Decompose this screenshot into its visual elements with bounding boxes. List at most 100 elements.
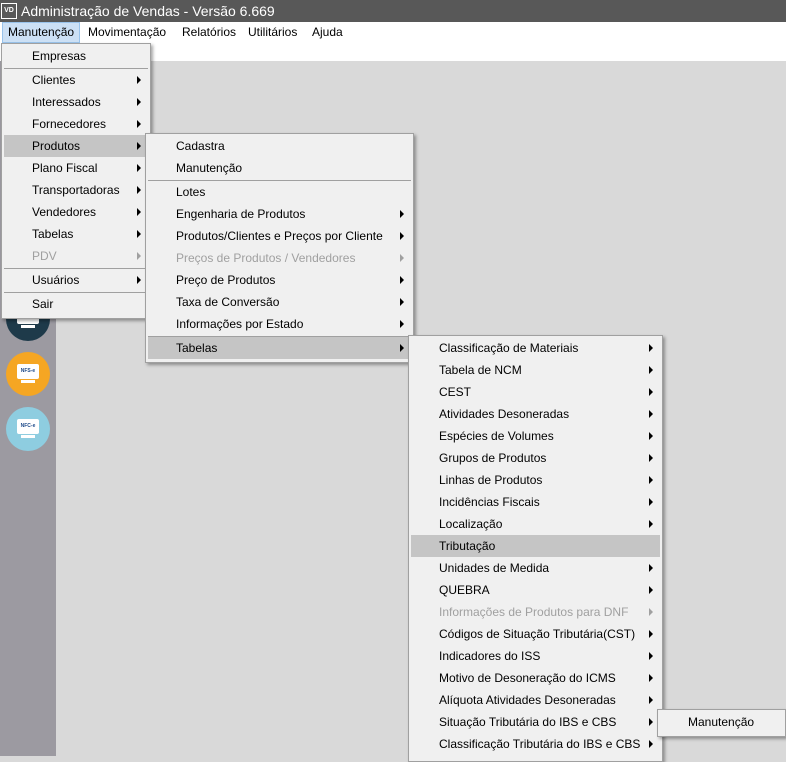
menu-item-atividades-desoneradas[interactable]: Atividades Desoneradas [411, 403, 660, 425]
submenu-arrow-icon [137, 276, 141, 284]
submenu-arrow-icon [649, 652, 653, 660]
menu-item-interessados[interactable]: Interessados [4, 91, 148, 113]
menu-item-label: Vendedores [32, 205, 97, 219]
title-bar: VD Administração de Vendas - Versão 6.66… [0, 0, 786, 22]
menu-item-label: Produtos/Clientes e Preços por Cliente [176, 229, 383, 243]
menu-item-label: Manutenção [176, 161, 243, 175]
menu-item-label: Tabelas [176, 341, 218, 355]
window-title: Administração de Vendas - Versão 6.669 [21, 3, 275, 19]
menu-item-cadastra[interactable]: Cadastra [148, 135, 411, 157]
manutencao-menu: Empresas Clientes Interessados Fornecedo… [1, 43, 151, 319]
submenu-arrow-icon [400, 298, 404, 306]
menu-item-produtos-clientes-precos[interactable]: Produtos/Clientes e Preços por Cliente [148, 225, 411, 247]
menu-item-clientes[interactable]: Clientes [4, 69, 148, 91]
menu-item-sair[interactable]: Sair [4, 293, 148, 315]
menu-item-label: Classificação Tributária do IBS e CBS [439, 737, 641, 751]
menu-item-label: Preço de Produtos [176, 273, 276, 287]
submenu-arrow-icon [649, 740, 653, 748]
menu-item-aliquota-atividades-desoneradas[interactable]: Alíquota Atividades Desoneradas [411, 689, 660, 711]
nfce-module-icon[interactable]: NFC-e [6, 407, 50, 451]
menu-item-especies-de-volumes[interactable]: Espécies de Volumes [411, 425, 660, 447]
menu-item-unidades-de-medida[interactable]: Unidades de Medida [411, 557, 660, 579]
menu-item-label: Usuários [32, 273, 80, 287]
submenu-arrow-icon [649, 410, 653, 418]
menu-item-label: Unidades de Medida [439, 561, 550, 575]
menu-item-localizacao[interactable]: Localização [411, 513, 660, 535]
menu-item-linhas-de-produtos[interactable]: Linhas de Produtos [411, 469, 660, 491]
menu-item-tabelas[interactable]: Tabelas [4, 223, 148, 245]
menu-item-engenharia-de-produtos[interactable]: Engenharia de Produtos [148, 203, 411, 225]
menu-utilitarios[interactable]: Utilitários [243, 23, 302, 42]
menu-item-informacoes-por-estado[interactable]: Informações por Estado [148, 313, 411, 335]
submenu-arrow-icon [400, 232, 404, 240]
menu-item-usuarios[interactable]: Usuários [4, 269, 148, 291]
menu-item-cest[interactable]: CEST [411, 381, 660, 403]
menu-item-empresas[interactable]: Empresas [4, 45, 148, 67]
menu-item-codigos-situacao-tributaria[interactable]: Códigos de Situação Tributária(CST) [411, 623, 660, 645]
menu-item-label: Situação Tributária do IBS e CBS [439, 715, 617, 729]
menu-item-manutencao[interactable]: Manutenção [660, 711, 783, 733]
menu-item-classificacao-tributaria-ibs-cbs[interactable]: Classificação Tributária do IBS e CBS [411, 733, 660, 755]
menu-item-quebra[interactable]: QUEBRA [411, 579, 660, 601]
submenu-arrow-icon [400, 320, 404, 328]
menu-item-label: Plano Fiscal [32, 161, 98, 175]
menu-item-taxa-de-conversao[interactable]: Taxa de Conversão [148, 291, 411, 313]
menu-item-label: Interessados [32, 95, 101, 109]
menu-item-label: Informações de Produtos para DNF [439, 605, 629, 619]
menu-item-label: Linhas de Produtos [439, 473, 543, 487]
menu-movimentacao[interactable]: Movimentação [83, 23, 171, 42]
menu-item-indicadores-do-iss[interactable]: Indicadores do ISS [411, 645, 660, 667]
submenu-arrow-icon [137, 186, 141, 194]
submenu-arrow-icon [649, 498, 653, 506]
menu-item-tabelas[interactable]: Tabelas [148, 337, 411, 359]
nfse-label: NFS-e [17, 364, 39, 379]
menu-item-preco-de-produtos[interactable]: Preço de Produtos [148, 269, 411, 291]
menu-item-vendedores[interactable]: Vendedores [4, 201, 148, 223]
menu-item-label: Taxa de Conversão [176, 295, 280, 309]
menu-item-label: Manutenção [688, 715, 755, 729]
nfse-module-icon[interactable]: NFS-e [6, 352, 50, 396]
submenu-arrow-icon [649, 454, 653, 462]
menu-item-plano-fiscal[interactable]: Plano Fiscal [4, 157, 148, 179]
submenu-arrow-icon [649, 388, 653, 396]
menu-item-label: Incidências Fiscais [439, 495, 540, 509]
menu-manutencao[interactable]: Manutenção [2, 22, 81, 43]
submenu-arrow-icon [649, 630, 653, 638]
menu-item-label: QUEBRA [439, 583, 490, 597]
menu-item-motivo-desoneracao-icms[interactable]: Motivo de Desoneração do ICMS [411, 667, 660, 689]
menu-item-situacao-tributaria-ibs-cbs[interactable]: Situação Tributária do IBS e CBS [411, 711, 660, 733]
menu-item-transportadoras[interactable]: Transportadoras [4, 179, 148, 201]
menu-item-manutencao[interactable]: Manutenção [148, 157, 411, 179]
submenu-arrow-icon [137, 98, 141, 106]
menu-bar: Manutenção Movimentação Relatórios Utili… [0, 22, 786, 43]
menu-item-label: Indicadores do ISS [439, 649, 541, 663]
menu-item-incidencias-fiscais[interactable]: Incidências Fiscais [411, 491, 660, 513]
menu-item-label: Sair [32, 297, 54, 311]
menu-item-tributacao[interactable]: Tributação [411, 535, 660, 557]
menu-item-label: Empresas [32, 49, 87, 63]
menu-item-label: Localização [439, 517, 503, 531]
menu-item-label: Informações por Estado [176, 317, 304, 331]
produtos-submenu: Cadastra Manutenção Lotes Engenharia de … [145, 133, 414, 363]
menu-item-lotes[interactable]: Lotes [148, 181, 411, 203]
menu-ajuda[interactable]: Ajuda [307, 23, 348, 42]
submenu-arrow-icon [137, 120, 141, 128]
menu-item-classificacao-de-materiais[interactable]: Classificação de Materiais [411, 337, 660, 359]
submenu-arrow-icon [649, 520, 653, 528]
submenu-arrow-icon [137, 164, 141, 172]
menu-relatorios[interactable]: Relatórios [177, 23, 241, 42]
submenu-arrow-icon [400, 276, 404, 284]
menu-item-label: CEST [439, 385, 472, 399]
menu-item-pdv: PDV [4, 245, 148, 267]
menu-item-fornecedores[interactable]: Fornecedores [4, 113, 148, 135]
submenu-arrow-icon [649, 344, 653, 352]
submenu-arrow-icon [649, 366, 653, 374]
menu-item-label: Classificação de Materiais [439, 341, 579, 355]
menu-item-produtos[interactable]: Produtos [4, 135, 148, 157]
menu-item-label: Códigos de Situação Tributária(CST) [439, 627, 636, 641]
nfce-label: NFC-e [17, 419, 39, 434]
menu-item-tabela-de-ncm[interactable]: Tabela de NCM [411, 359, 660, 381]
submenu-arrow-icon [137, 208, 141, 216]
menu-item-grupos-de-produtos[interactable]: Grupos de Produtos [411, 447, 660, 469]
submenu-arrow-icon [649, 674, 653, 682]
